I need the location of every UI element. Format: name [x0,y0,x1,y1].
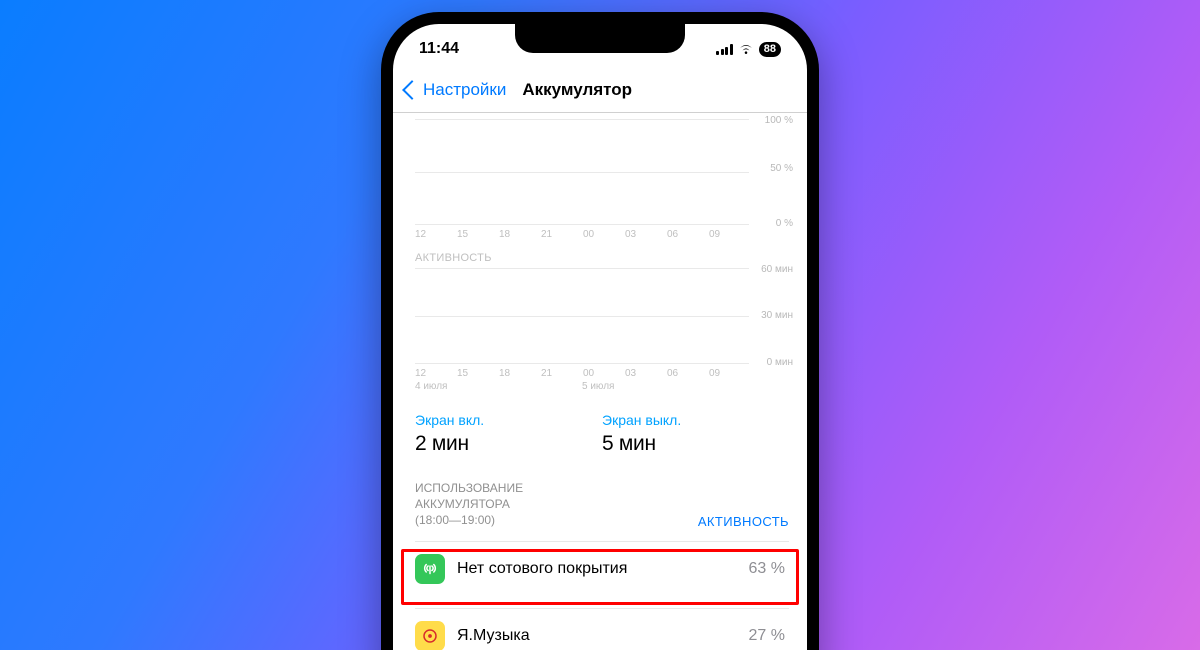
y-tick: 0 % [776,218,793,229]
back-button[interactable]: Настройки [401,80,506,100]
battery-icon: 88 [759,42,781,57]
chevron-left-icon [402,80,422,100]
activity-section-title: АКТИВНОСТЬ [415,252,789,264]
usage-header-range: (18:00—19:00) [415,512,523,528]
screen-off-value: 5 мин [602,432,789,456]
cellular-tower-icon [415,554,445,584]
screen-off-label: Экран выкл. [602,412,789,428]
yandex-music-icon [415,621,445,650]
screen-on-label: Экран вкл. [415,412,602,428]
cellular-signal-icon [716,43,733,55]
usage-row-label: Я.Музыка [457,627,749,645]
usage-header-line: ИСПОЛЬЗОВАНИЕ [415,480,523,496]
activity-chart[interactable]: 60 мин 30 мин 0 мин [415,268,789,364]
notch [515,24,685,53]
day-label: 4 июля [415,381,582,392]
y-tick: 50 % [770,163,793,174]
y-tick: 0 мин [767,357,793,368]
nav-bar: Настройки Аккумулятор [393,68,807,113]
activity-tab[interactable]: АКТИВНОСТЬ [698,514,789,529]
day-label: 5 июля [582,381,749,392]
wifi-icon [738,43,754,55]
usage-header-line: АККУМУЛЯТОРА [415,496,523,512]
usage-row-pct: 27 % [749,627,785,645]
screen: 11:44 88 Настройки Аккумулятор 100 % [393,24,807,650]
back-label: Настройки [423,80,506,100]
usage-row-label: Нет сотового покрытия [457,560,749,578]
status-time: 11:44 [419,40,459,58]
battery-level-chart[interactable]: 100 % 50 % 0 % [415,119,789,225]
usage-header: ИСПОЛЬЗОВАНИЕ АККУМУЛЯТОРА (18:00—19:00)… [415,480,789,529]
screen-time-stats: Экран вкл. 2 мин Экран выкл. 5 мин [415,412,789,456]
y-tick: 30 мин [761,310,793,321]
usage-list: Нет сотового покрытия 63 % Я.Музыка 27 % [415,541,789,650]
screen-on-value: 2 мин [415,432,602,456]
usage-row-no-cell[interactable]: Нет сотового покрытия 63 % [415,541,789,596]
phone-frame: 11:44 88 Настройки Аккумулятор 100 % [381,12,819,650]
page-title: Аккумулятор [522,80,632,100]
usage-row-pct: 63 % [749,560,785,578]
y-tick: 60 мин [761,264,793,275]
usage-row-yamusic[interactable]: Я.Музыка 27 % [415,608,789,650]
y-tick: 100 % [765,115,793,126]
wallpaper: 11:44 88 Настройки Аккумулятор 100 % [0,0,1200,650]
